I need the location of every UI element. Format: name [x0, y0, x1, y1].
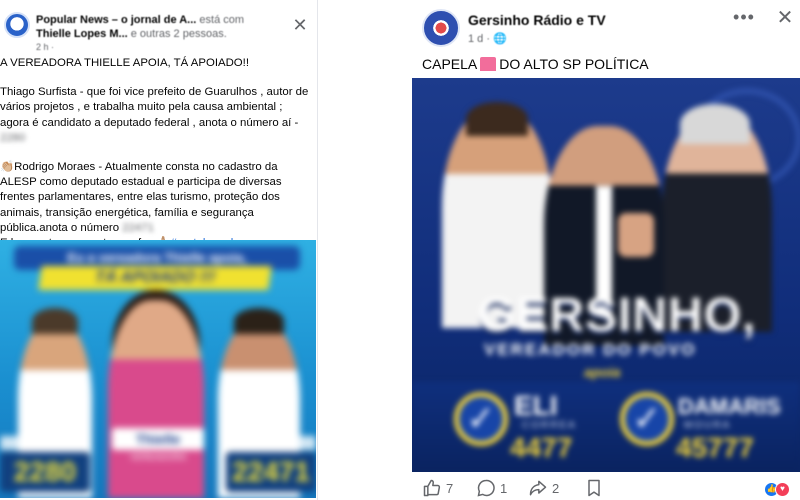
candidate-name: ELI: [514, 390, 558, 421]
post-timestamp[interactable]: 2 h ·: [36, 42, 54, 52]
checkmark-icon: ✓: [454, 392, 508, 446]
more-options-icon[interactable]: •••: [730, 8, 758, 28]
church-emoji-icon: [480, 57, 497, 71]
candidate-surname: CORREA: [522, 420, 577, 431]
page-avatar[interactable]: [4, 12, 30, 38]
share-count: 2: [552, 480, 560, 496]
candidate-name: DAMARIS: [678, 394, 781, 419]
post-line-headline: A VEREADORA THIELLE APOIA, TÁ APOIADO!!: [0, 57, 250, 69]
post-timestamp[interactable]: 1 d · 🌐: [468, 32, 507, 45]
candidate-photo: [108, 290, 204, 498]
save-button[interactable]: [584, 478, 604, 498]
tagged-name-link[interactable]: Thielle Lopes M...: [36, 28, 128, 40]
like-count: 7: [446, 480, 454, 496]
image-name-tag: Thielle: [112, 428, 204, 450]
comment-count: 1: [500, 480, 508, 496]
page-avatar[interactable]: [422, 9, 460, 47]
image-subheadline: VEREADOR DO POVO: [484, 340, 697, 359]
with-text: está com: [199, 14, 245, 26]
post-paragraph-rodrigo: 👏🏼Rodrigo Moraes - Atualmente consta no …: [0, 160, 314, 251]
image-name-tag-sub: VEREADORA: [120, 450, 196, 464]
left-post-text: A VEREADORA THIELLE APOIA, TÁ APOIADO!! …: [0, 56, 314, 251]
post-caption: CAPELA DO ALTO SP POLÍTICA: [422, 56, 649, 72]
left-post-header: Popular News – o jornal de A... está com…: [0, 6, 317, 52]
right-post: Gersinho Rádio e TV 1 d · 🌐 ••• ✕ CAPELA…: [412, 0, 800, 500]
thumbs-up-hand: [618, 213, 654, 257]
thumbs-up-icon: [423, 479, 441, 497]
post-author-line: Popular News – o jornal de A... está com: [36, 14, 276, 26]
page-name-link[interactable]: Popular News – o jornal de A...: [36, 14, 196, 26]
comment-button[interactable]: 1: [476, 478, 507, 498]
candidate-number: 45777: [676, 432, 754, 463]
image-apoia: apoia: [584, 364, 621, 380]
love-reaction-icon: ♥: [775, 482, 790, 497]
tagged-others-link[interactable]: e outras 2 pessoas.: [131, 28, 227, 40]
comment-icon: [477, 479, 495, 497]
image-headline: GERSINHO,: [478, 289, 757, 342]
candidates-row: ✓ ELI CORREA 4477 ✓ DAMARIS MOURA 45777: [412, 382, 800, 472]
close-icon[interactable]: ✕: [774, 8, 796, 30]
bookmark-icon: [588, 479, 600, 497]
right-post-image[interactable]: GERSINHO, VEREADOR DO POVO apoia ✓ ELI C…: [412, 78, 800, 472]
left-post-image[interactable]: Eu a vereadora Thielle apoia, TÁ APOIADO…: [0, 240, 316, 498]
share-icon: [529, 480, 547, 496]
close-icon[interactable]: ✕: [290, 16, 310, 36]
blurred-number: 22471: [122, 221, 154, 234]
image-number-right: 22471: [226, 452, 316, 492]
like-button[interactable]: 7: [422, 478, 453, 498]
globe-icon: 🌐: [493, 33, 507, 45]
page-name-link[interactable]: Gersinho Rádio e TV: [468, 12, 606, 28]
post-action-bar: 7 1 2 👍 ♥: [412, 476, 800, 500]
post-paragraph-thiago: Thiago Surfista - que foi vice prefeito …: [0, 86, 309, 144]
left-post: Popular News – o jornal de A... está com…: [0, 0, 318, 500]
candidate-surname: MOURA: [684, 420, 732, 431]
candidate-number: 4477: [510, 432, 573, 463]
image-banner-sub: TÁ APOIADO !!!: [38, 266, 272, 290]
checkmark-icon: ✓: [620, 392, 674, 446]
share-button[interactable]: 2: [528, 478, 559, 498]
reactions-summary[interactable]: 👍 ♥: [764, 482, 796, 498]
image-number-left: 2280: [0, 452, 90, 492]
tagged-line: Thielle Lopes M... e outras 2 pessoas.: [36, 28, 276, 40]
blurred-number: 2280: [0, 131, 26, 144]
